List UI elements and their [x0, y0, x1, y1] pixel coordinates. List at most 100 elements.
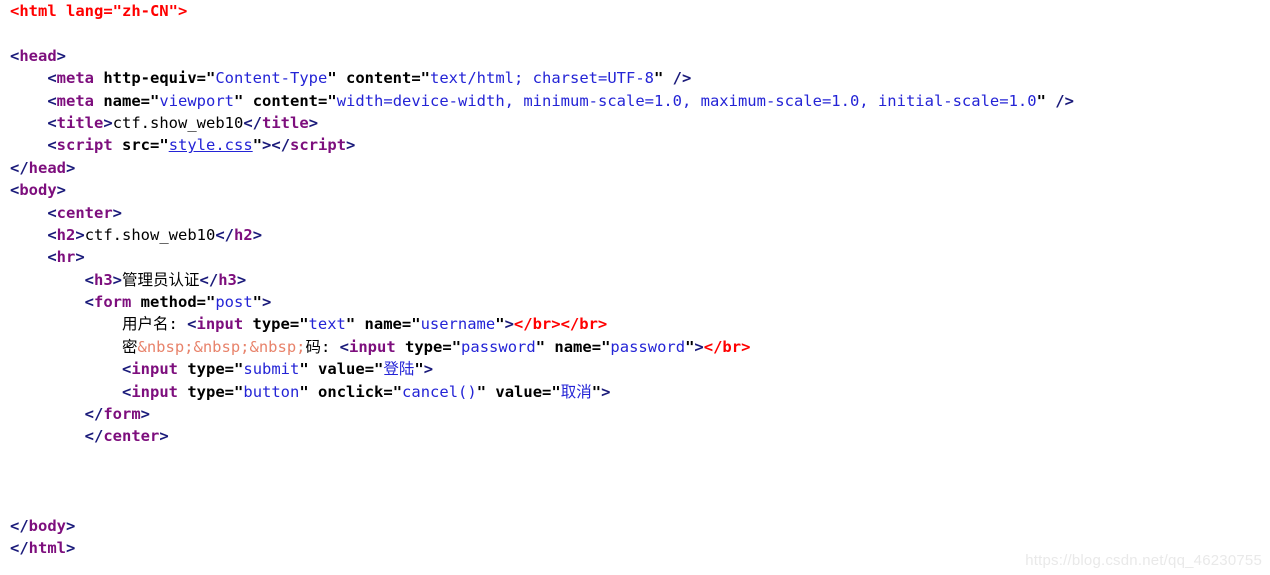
code-line: <meta name="viewport" content="width=dev…	[0, 90, 1270, 112]
code-token-br: >	[423, 360, 434, 379]
code-token-q: "	[234, 360, 244, 379]
code-token-q: "	[234, 91, 244, 110]
code-token-br: <	[47, 69, 57, 88]
code-line: </head>	[0, 157, 1270, 179]
code-token-br: >	[112, 203, 123, 222]
code-token-br: <	[47, 203, 57, 222]
code-token-attr: name	[545, 337, 592, 356]
code-token-tag: html	[28, 539, 66, 558]
code-token-br: >	[504, 315, 514, 334]
code-line: 用户名: <input type="text" name="username">…	[0, 313, 1270, 335]
code-line: <html lang="zh-CN">	[0, 0, 1270, 22]
code-token-q: "	[495, 315, 505, 334]
code-token-eq: =	[591, 337, 602, 356]
code-token-txt: ctf.show_web10	[84, 225, 216, 244]
code-token-attr: type	[395, 337, 443, 356]
code-token-q: "	[345, 315, 356, 334]
code-token-eq: =	[150, 136, 160, 155]
code-token-link[interactable]: style.css	[169, 136, 253, 154]
code-token-br: />	[1045, 91, 1074, 110]
code-token-attr: content	[336, 69, 412, 88]
code-token-ent: &nbsp;	[137, 337, 194, 356]
code-token-br: />	[663, 69, 692, 88]
code-token-ent: &nbsp;	[193, 337, 250, 356]
code-token-txt: 码:	[305, 337, 340, 356]
code-token-br: >	[262, 136, 272, 155]
code-token-eq: =	[289, 315, 300, 334]
code-token-eq: =	[140, 91, 151, 110]
code-token-br: <	[10, 46, 20, 65]
code-line: <head>	[0, 45, 1270, 67]
code-token-q: "	[1036, 91, 1046, 110]
code-token-val: 取消	[560, 382, 592, 401]
code-token-tag: input	[131, 360, 178, 379]
code-token-br: </	[271, 136, 291, 155]
code-token-val: 登陆	[383, 360, 415, 379]
code-line: <body>	[0, 179, 1270, 201]
code-token-tag: head	[19, 46, 57, 65]
code-token-br: <	[47, 248, 57, 267]
code-token-br: >	[140, 405, 150, 424]
code-token-br: >	[56, 181, 67, 200]
code-token-br: </	[243, 113, 263, 132]
code-token-eq: =	[383, 382, 393, 401]
code-token-q: "	[420, 69, 431, 88]
code-token-br: </	[84, 427, 104, 446]
code-line: <center>	[0, 202, 1270, 224]
code-token-q: "	[591, 382, 602, 401]
code-token-val: width=device-width, minimum-scale=1.0, m…	[336, 91, 1037, 110]
code-token-txt: 用户名:	[121, 315, 188, 334]
code-token-val: post	[215, 293, 253, 312]
code-line: <h2>ctf.show_web10</h2>	[0, 224, 1270, 246]
code-token-br: <	[84, 270, 94, 289]
code-line: <title>ctf.show_web10</title>	[0, 112, 1270, 134]
code-token-tag: input	[196, 315, 244, 334]
code-token-txt: 管理员认证	[122, 270, 200, 289]
code-token-br: <	[187, 315, 197, 334]
code-token-br: >	[112, 270, 123, 289]
code-token-q: "	[551, 382, 561, 401]
code-token-eq: =	[364, 360, 375, 379]
code-token-attr: onclick	[308, 382, 384, 401]
code-token-br: >	[601, 382, 611, 401]
code-token-val: username	[420, 315, 496, 334]
code-token-br: <	[47, 113, 57, 132]
code-line: <input type="submit" value="登陆">	[0, 358, 1270, 380]
code-token-eq: =	[442, 337, 452, 356]
code-token-val: viewport	[159, 91, 235, 110]
code-token-attr: type	[178, 360, 225, 379]
code-token-br: >	[56, 46, 67, 65]
code-token-q: "	[327, 91, 337, 110]
code-token-q: "	[206, 293, 216, 312]
code-token-q: "	[411, 315, 421, 334]
code-line: <h3>管理员认证</h3>	[0, 269, 1270, 291]
code-token-tag: h3	[218, 270, 237, 289]
code-token-attr: name	[355, 315, 402, 334]
code-token-br: <	[84, 293, 94, 312]
code-token-q: "	[234, 382, 244, 401]
code-token-tag: body	[28, 516, 66, 535]
code-token-q: "	[252, 136, 263, 155]
code-token-br: >	[308, 113, 319, 132]
code-token-br: >	[159, 427, 169, 446]
code-token-br: >	[75, 225, 85, 244]
code-token-eq: =	[411, 69, 421, 88]
code-token-q: "	[299, 382, 309, 401]
code-token-attr: type	[243, 315, 290, 334]
watermark: https://blog.csdn.net/qq_46230755	[1025, 552, 1262, 569]
code-token-val: text/html; charset=UTF-8	[430, 69, 654, 88]
code-token-q: "	[252, 293, 263, 312]
code-token-tag: form	[103, 405, 141, 424]
code-token-tag: form	[94, 293, 132, 312]
code-token-err: <html lang="zh-CN">	[10, 2, 188, 20]
code-token-br: <	[47, 91, 57, 110]
